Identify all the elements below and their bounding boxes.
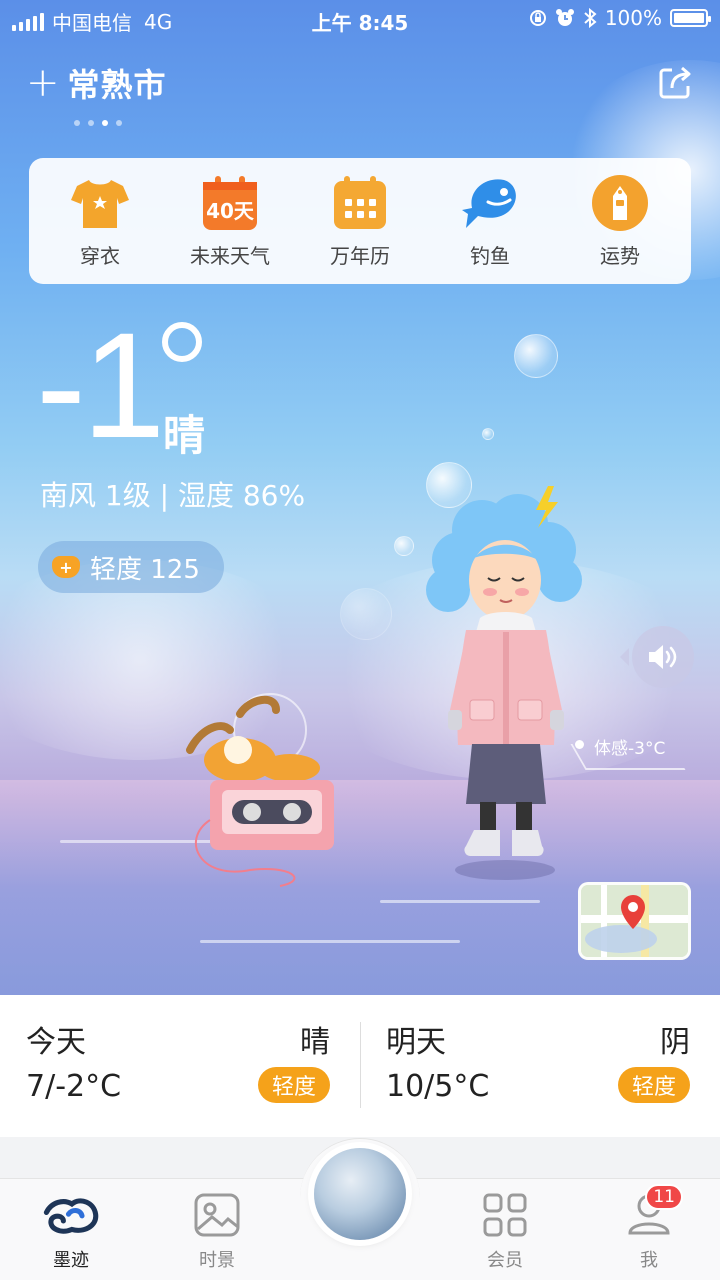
- tool-fortune[interactable]: 运势: [560, 174, 680, 269]
- forecast-today[interactable]: 今天 晴 7/-2°C 轻度: [0, 995, 360, 1137]
- feels-like-dot: [575, 740, 584, 749]
- tool-label: 钓鱼: [470, 243, 510, 268]
- tab-label: 墨迹: [53, 1250, 89, 1271]
- calendar-grid-icon: [334, 175, 386, 229]
- feels-like-label: 体感-3°C: [594, 739, 666, 759]
- degree-symbol: [162, 322, 202, 362]
- forecast-range: 10/5°C: [386, 1069, 490, 1104]
- calendar-40-icon: 40天: [203, 175, 257, 230]
- forecast-weather: 阴: [660, 1025, 690, 1060]
- tool-label: 运势: [600, 243, 640, 268]
- wind-humidity: 南风 1级 | 湿度 86%: [40, 479, 306, 512]
- tool-label: 穿衣: [80, 243, 120, 268]
- tool-fishing[interactable]: 钓鱼: [430, 174, 550, 269]
- svg-text:40天: 40天: [206, 199, 255, 223]
- bluetooth-icon: [584, 8, 597, 28]
- tab-label: 我: [640, 1250, 658, 1271]
- current-condition: 晴: [163, 411, 206, 460]
- page-dot-active: [102, 120, 108, 126]
- battery-percent: 100%: [604, 6, 662, 30]
- status-bar: 中国电信 4G 上午 8:45 100%: [0, 0, 720, 38]
- quick-tools-card: 穿衣 40天 未来天气 万年历 钓鱼 运势: [29, 158, 691, 284]
- rotation-lock-icon: [529, 10, 546, 26]
- alarm-icon: [555, 9, 574, 26]
- page-dot: [116, 120, 122, 126]
- water-ripple: [380, 900, 540, 903]
- water-ripple: [200, 940, 460, 943]
- tool-label: 未来天气: [190, 243, 270, 268]
- tool-label: 万年历: [330, 243, 390, 268]
- air-quality-badge: 轻度: [257, 1067, 330, 1103]
- aqi-label: 轻度 125: [90, 554, 200, 585]
- fortune-icon: [592, 174, 648, 231]
- bubble: [340, 588, 392, 640]
- scenery-camera-button[interactable]: [314, 1148, 406, 1240]
- aqi-leaf-icon: +: [52, 556, 80, 578]
- add-city-icon[interactable]: +: [26, 63, 60, 103]
- forecast-day: 今天: [26, 1025, 86, 1060]
- tool-future-weather[interactable]: 40天 未来天气: [170, 174, 290, 269]
- pet-cassette-illustration[interactable]: [180, 690, 360, 890]
- grid-apps-icon: [483, 1193, 527, 1237]
- forecast-divider: [360, 1022, 361, 1108]
- tab-scenery[interactable]: 时景: [162, 1190, 272, 1272]
- battery-icon: [670, 9, 711, 27]
- avatar-character-illustration[interactable]: [420, 480, 590, 880]
- notification-badge: 11: [645, 1184, 683, 1210]
- weather-map-button[interactable]: [578, 882, 691, 960]
- forecast-range: 7/-2°C: [26, 1069, 122, 1104]
- page-indicator: [74, 120, 122, 126]
- bubble: [514, 334, 558, 378]
- forecast-day: 明天: [386, 1025, 446, 1060]
- forecast-tomorrow[interactable]: 明天 阴 10/5°C 轻度: [360, 995, 720, 1137]
- city-header[interactable]: + 常熟市: [26, 60, 167, 106]
- tool-almanac[interactable]: 万年历: [300, 174, 420, 269]
- tool-clothing[interactable]: 穿衣: [40, 174, 160, 269]
- ink-cloud-icon: [43, 1198, 99, 1234]
- tab-label: 会员: [487, 1250, 523, 1271]
- current-temperature: -1: [36, 301, 165, 469]
- tab-ink[interactable]: 墨迹: [16, 1190, 126, 1272]
- tab-member[interactable]: 会员: [450, 1190, 560, 1272]
- city-name[interactable]: 常熟市: [68, 60, 167, 106]
- bubble: [394, 536, 414, 556]
- tab-label: 时景: [199, 1250, 235, 1271]
- aqi-pill[interactable]: + 轻度 125: [38, 541, 224, 593]
- map-thumbnail-icon: [581, 885, 688, 957]
- voice-broadcast-button[interactable]: [620, 626, 694, 688]
- speaker-icon: [649, 645, 677, 669]
- tab-me[interactable]: 11 我: [594, 1184, 704, 1272]
- share-icon[interactable]: [658, 64, 694, 100]
- shirt-icon: [71, 179, 129, 228]
- image-icon: [194, 1193, 240, 1237]
- page-dot: [88, 120, 94, 126]
- bubble: [482, 428, 494, 440]
- forecast-weather: 晴: [300, 1025, 330, 1060]
- fish-icon: [462, 178, 516, 228]
- air-quality-badge: 轻度: [617, 1067, 690, 1103]
- page-dot: [74, 120, 80, 126]
